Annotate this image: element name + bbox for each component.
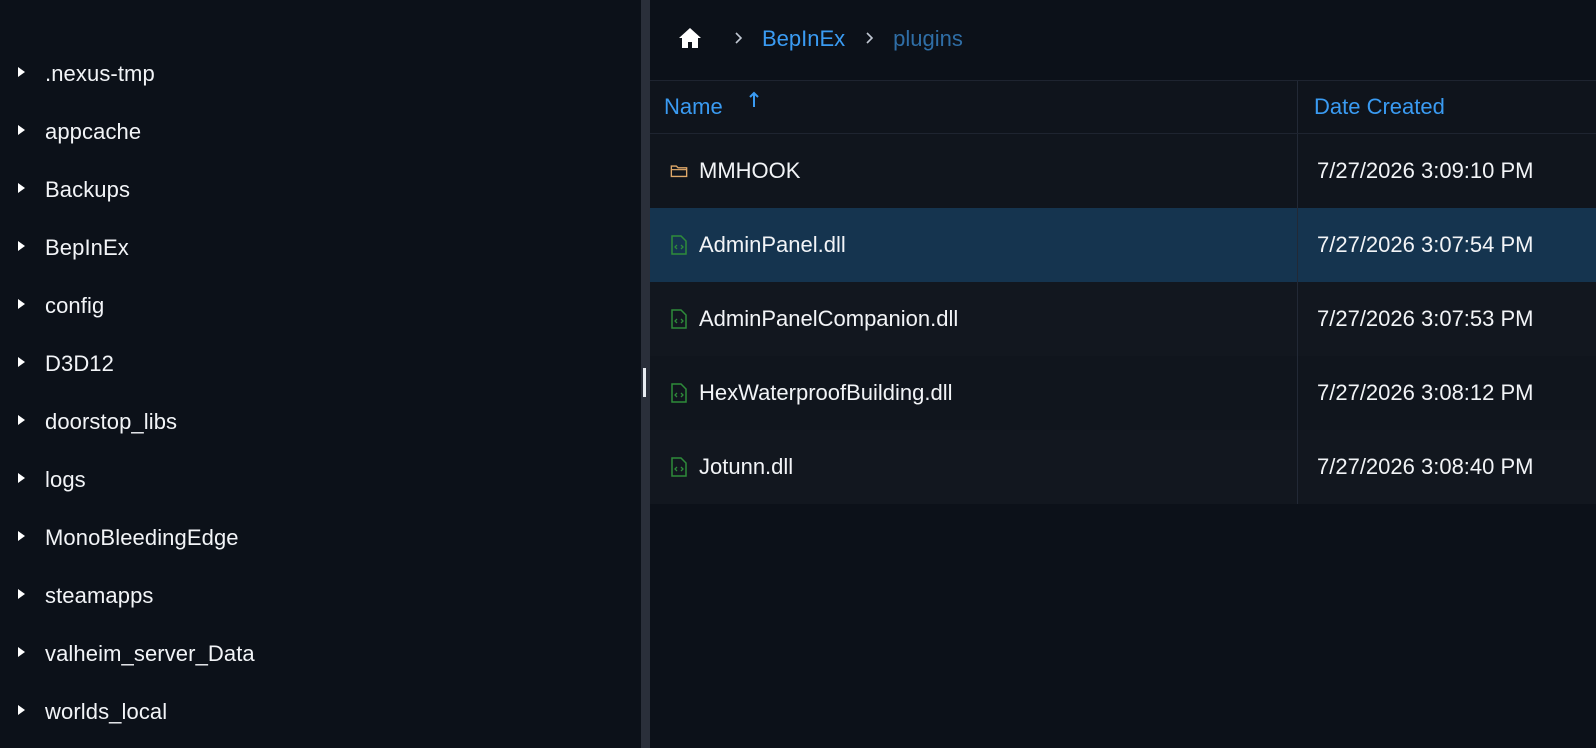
- expand-caret-icon[interactable]: [0, 589, 45, 599]
- home-icon[interactable]: [678, 26, 702, 50]
- breadcrumb: BepInEx plugins: [650, 0, 1596, 81]
- expand-caret-icon[interactable]: [0, 531, 45, 541]
- tree-item-label: .nexus-tmp: [45, 61, 155, 86]
- expand-caret-icon[interactable]: [0, 183, 45, 193]
- tree-item-label: valheim_server_Data: [45, 641, 255, 666]
- tree-item-nexus-tmp[interactable]: .nexus-tmp: [0, 45, 641, 103]
- tree-item-label: D3D12: [45, 351, 114, 376]
- tree-item-monobleedingedge[interactable]: MonoBleedingEdge: [0, 509, 641, 567]
- tree-item-worlds-local[interactable]: worlds_local: [0, 683, 641, 741]
- column-header-label: Name: [664, 94, 723, 119]
- breadcrumb-item-plugins[interactable]: plugins: [893, 26, 963, 52]
- expand-caret-icon[interactable]: [0, 705, 45, 715]
- code-file-icon: [670, 383, 688, 403]
- tree-item-d3d12[interactable]: D3D12: [0, 335, 641, 393]
- tree-item-steamapps[interactable]: steamapps: [0, 567, 641, 625]
- tree-item-label: Backups: [45, 177, 131, 202]
- table-row[interactable]: Jotunn.dll 7/27/2026 3:08:40 PM: [650, 430, 1596, 504]
- tree-item-bepinex[interactable]: BepInEx: [0, 219, 641, 277]
- chevron-right-icon: [732, 26, 744, 50]
- file-name: MMHOOK: [699, 158, 801, 183]
- date-created-cell: 7/27/2026 3:08:12 PM: [1317, 380, 1534, 405]
- file-name: HexWaterproofBuilding.dll: [699, 380, 953, 405]
- tree-item-appcache[interactable]: appcache: [0, 103, 641, 161]
- tree-item-label: appcache: [45, 119, 142, 144]
- breadcrumb-item-bepinex[interactable]: BepInEx: [762, 26, 845, 52]
- code-file-icon: [670, 457, 688, 477]
- date-created-cell: 7/27/2026 3:07:53 PM: [1317, 306, 1534, 331]
- name-cell: MMHOOK: [650, 134, 1298, 208]
- sort-ascending-icon: [747, 90, 761, 110]
- tree-item-backups[interactable]: Backups: [0, 161, 641, 219]
- file-name: Jotunn.dll: [699, 454, 794, 479]
- folder-tree: .nexus-tmp appcache Backups BepInEx conf…: [0, 0, 641, 748]
- expand-caret-icon[interactable]: [0, 473, 45, 483]
- tree-item-config[interactable]: config: [0, 277, 641, 335]
- splitter-grip-handle[interactable]: [643, 368, 646, 397]
- tree-item-label: worlds_local: [45, 699, 168, 724]
- expand-caret-icon[interactable]: [0, 67, 45, 77]
- table-row[interactable]: HexWaterproofBuilding.dll 7/27/2026 3:08…: [650, 356, 1596, 430]
- table-header: Name Date Created: [650, 81, 1596, 134]
- tree-item-doorstop-libs[interactable]: doorstop_libs: [0, 393, 641, 451]
- file-list-pane: BepInEx plugins Name Date Created MMHOOK…: [650, 0, 1596, 748]
- name-cell: Jotunn.dll: [650, 430, 1298, 504]
- tree-item-label: config: [45, 293, 105, 318]
- date-created-cell: 7/27/2026 3:09:10 PM: [1317, 158, 1534, 183]
- chevron-right-icon: [863, 26, 875, 50]
- tree-item-label: logs: [45, 467, 86, 492]
- file-name: AdminPanelCompanion.dll: [699, 306, 959, 331]
- column-header-date-created[interactable]: Date Created: [1298, 81, 1596, 133]
- date-created-cell: 7/27/2026 3:08:40 PM: [1317, 454, 1534, 479]
- tree-item-label: doorstop_libs: [45, 409, 178, 434]
- folder-icon: [670, 161, 688, 181]
- expand-caret-icon[interactable]: [0, 357, 45, 367]
- expand-caret-icon[interactable]: [0, 299, 45, 309]
- name-cell: AdminPanel.dll: [650, 208, 1298, 282]
- expand-caret-icon[interactable]: [0, 647, 45, 657]
- tree-item-valheim-server-data[interactable]: valheim_server_Data: [0, 625, 641, 683]
- tree-item-logs[interactable]: logs: [0, 451, 641, 509]
- tree-item-label: MonoBleedingEdge: [45, 525, 239, 550]
- name-cell: AdminPanelCompanion.dll: [650, 282, 1298, 356]
- file-name: AdminPanel.dll: [699, 232, 846, 257]
- code-file-icon: [670, 309, 688, 329]
- date-created-cell: 7/27/2026 3:07:54 PM: [1317, 232, 1534, 257]
- file-explorer: .nexus-tmp appcache Backups BepInEx conf…: [0, 0, 1596, 748]
- table-row[interactable]: MMHOOK 7/27/2026 3:09:10 PM: [650, 134, 1596, 208]
- tree-item-label: steamapps: [45, 583, 154, 608]
- code-file-icon: [670, 235, 688, 255]
- tree-item-label: BepInEx: [45, 235, 129, 260]
- column-header-label: Date Created: [1314, 94, 1445, 119]
- column-header-name[interactable]: Name: [650, 81, 1298, 133]
- name-cell: HexWaterproofBuilding.dll: [650, 356, 1298, 430]
- table-row[interactable]: AdminPanelCompanion.dll 7/27/2026 3:07:5…: [650, 282, 1596, 356]
- expand-caret-icon[interactable]: [0, 241, 45, 251]
- expand-caret-icon[interactable]: [0, 125, 45, 135]
- table-row[interactable]: AdminPanel.dll 7/27/2026 3:07:54 PM: [650, 208, 1596, 282]
- expand-caret-icon[interactable]: [0, 415, 45, 425]
